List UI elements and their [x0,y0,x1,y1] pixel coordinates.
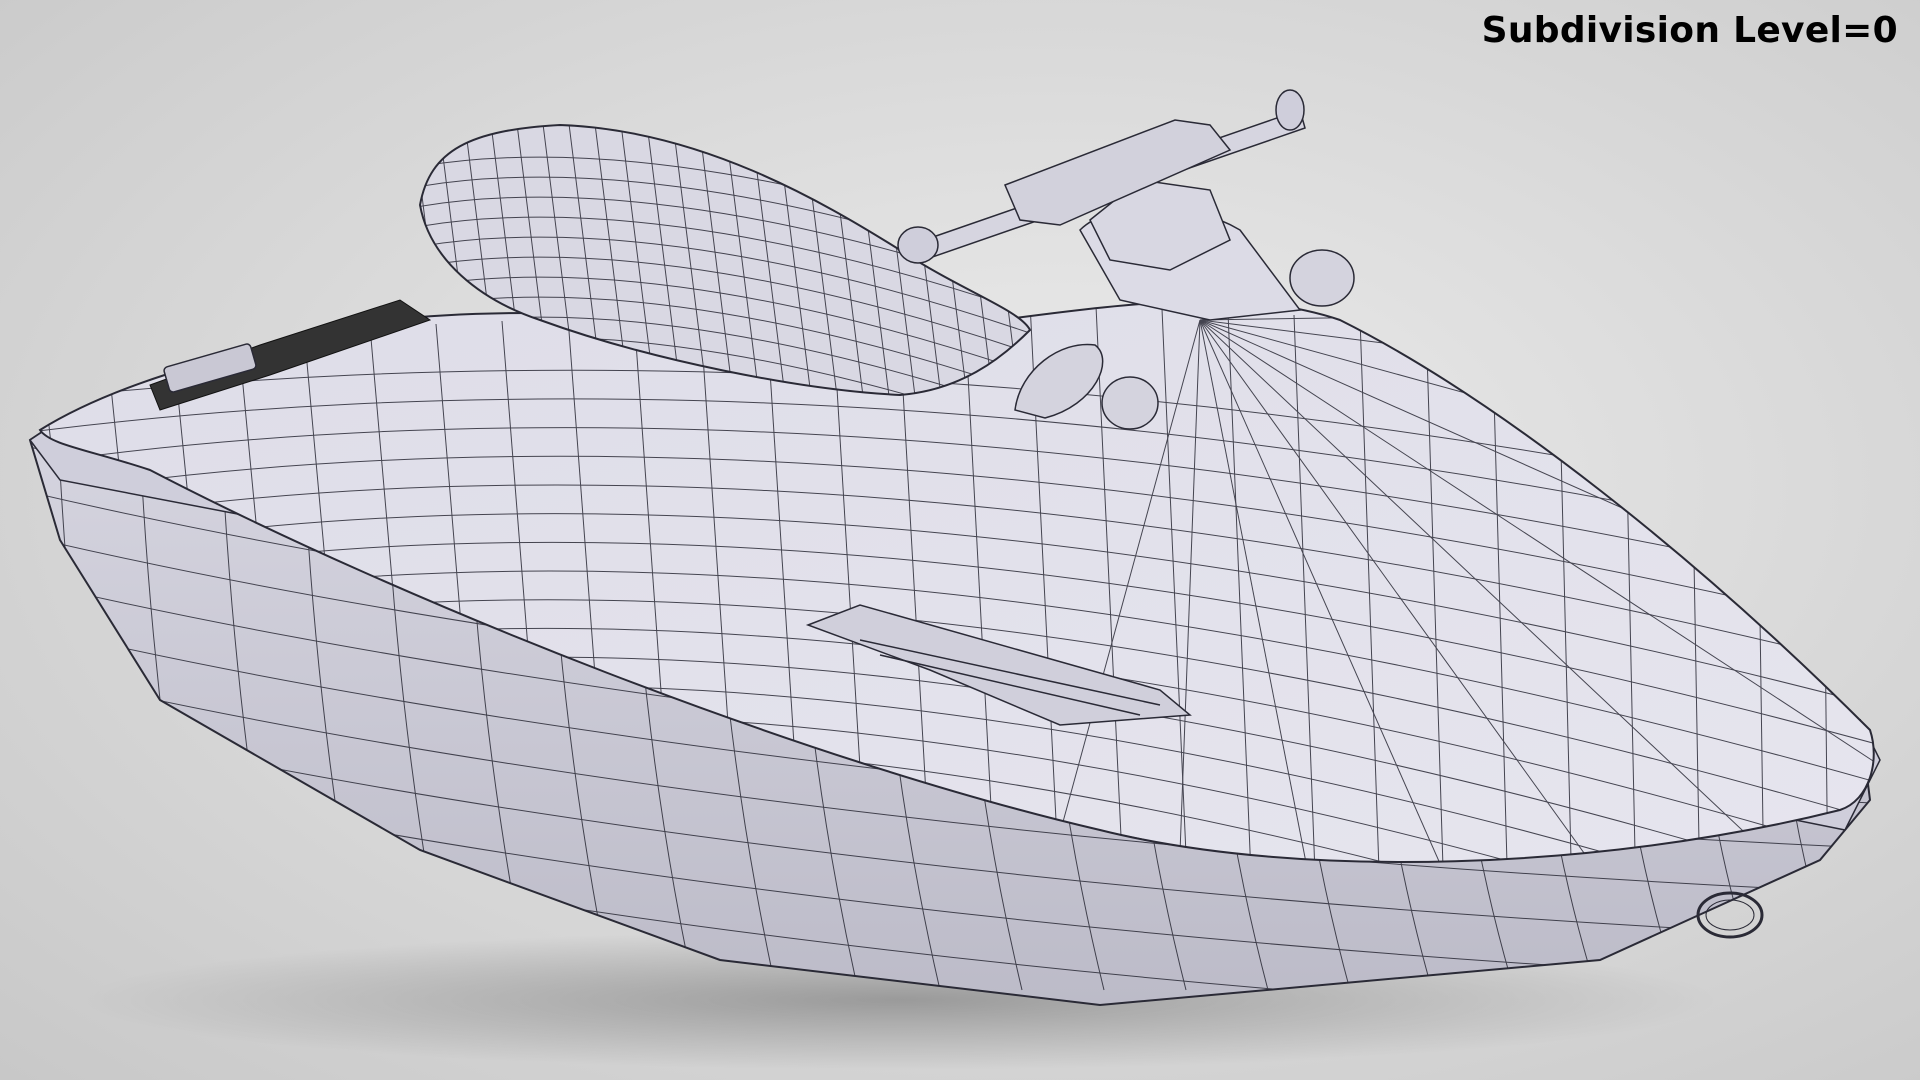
right-grip [1275,89,1305,131]
render-viewport: Subdivision Level=0 [0,0,1920,1080]
subdivision-level-label: Subdivision Level=0 [1481,10,1898,51]
mirror-stalk [1101,376,1159,430]
deck-station-line [1888,342,1892,900]
right-mirror [1289,249,1355,307]
bow-eye-ring [1696,891,1764,939]
left-grip [897,226,939,264]
jet-ski-wireframe-render [28,89,1892,1070]
